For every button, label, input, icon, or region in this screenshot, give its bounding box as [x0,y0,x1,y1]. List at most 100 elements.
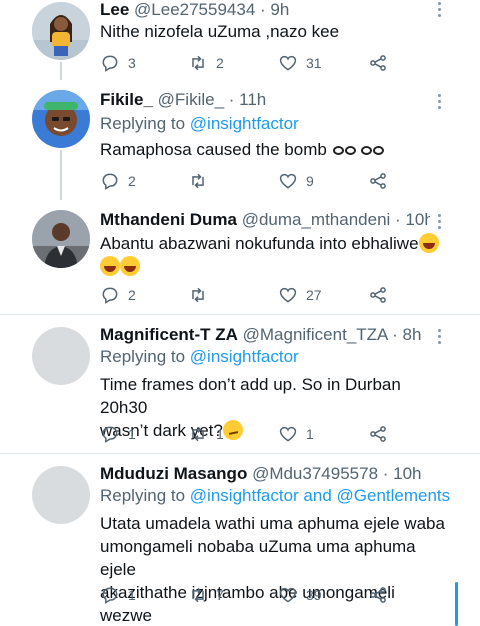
avatar[interactable] [32,90,90,148]
replying-to-label: Replying to [100,114,186,133]
retweet-icon [192,587,204,603]
like-button[interactable]: 9 [278,170,314,192]
retweet-count: 1 [216,426,224,442]
share-button[interactable] [368,52,388,74]
retweet-button[interactable]: 7 [188,584,224,606]
display-name[interactable]: Lee [100,0,129,19]
replying-to: Replying to @insightfactor and @Gentleme… [100,486,450,506]
like-button[interactable]: 39 [278,584,322,606]
thread-line [60,150,62,200]
reply-icon [102,287,118,304]
tweet-text-line: umongameli nobaba uZuma uma aphuma ejele [100,537,416,579]
replying-to: Replying to @insightfactor [100,114,299,134]
reply-count: 2 [128,173,136,189]
share-icon [370,173,386,189]
more-icon[interactable] [438,2,444,20]
retweet-count: 7 [216,587,224,603]
retweet-button[interactable]: 2 [188,52,224,74]
handle-time: @Mdu37495578 · 10h [252,464,422,483]
retweet-button[interactable] [188,284,216,306]
like-count: 27 [306,287,322,303]
scrollbar-thumb[interactable] [455,582,458,626]
reply-icon [102,587,118,604]
action-bar: 2 9 [100,170,390,192]
like-button[interactable]: 31 [278,52,322,74]
share-button[interactable] [368,170,388,192]
handle-time: @Magnificent_TZA · 8h [242,325,422,344]
more-icon[interactable] [438,214,444,232]
replying-to: Replying to @insightfactor [100,347,299,367]
share-button[interactable] [368,423,388,445]
share-icon [370,55,386,71]
handle-time: @Lee27559434 · 9h [134,0,290,19]
avatar[interactable] [32,466,90,524]
like-button[interactable]: 27 [278,284,322,306]
reply-button[interactable]: 2 [100,284,136,306]
like-count: 39 [306,587,322,603]
retweet-button[interactable] [188,170,216,192]
heart-icon [279,55,297,71]
like-count: 9 [306,173,314,189]
handle-time: @Fikile_ · 11h [157,90,267,109]
share-icon [370,587,386,603]
like-count: 1 [306,426,314,442]
laughing-emoji [418,233,439,253]
tweet-header: Magnificent-T ZA @Magnificent_TZA · 8h [100,325,430,345]
tweet-magnificent[interactable]: Magnificent-T ZA @Magnificent_TZA · 8h R… [0,315,480,453]
tweet-header: Mthandeni Duma @duma_mthandeni · 10h [100,210,430,230]
replying-to-label: Replying to [100,486,186,505]
tweet-header: Lee @Lee27559434 · 9h [100,0,430,20]
reply-button[interactable]: 2 [100,170,136,192]
display-name[interactable]: Magnificent-T ZA [100,325,238,344]
reply-button[interactable]: 3 [100,52,136,74]
heart-icon [279,426,297,442]
avatar[interactable] [32,327,90,385]
share-button[interactable] [368,284,388,306]
retweet-button[interactable]: 1 [188,423,224,445]
tweet-mduduzi[interactable]: Mduduzi Masango @Mdu37495578 · 10h Reply… [0,454,480,626]
retweet-icon [192,173,204,189]
retweet-count: 2 [216,55,224,71]
share-icon [370,287,386,303]
tweet-text: Abantu abazwani nokufunda into ebhaliwe [100,234,419,253]
tweet-text-row: Ramaphosa caused the bomb [100,138,450,161]
thread-line [60,62,62,80]
mention-link[interactable]: @insightfactor [190,347,299,366]
heart-icon [279,587,297,603]
tweet-text-block: Utata umadela wathi uma aphuma ejele wab… [100,512,450,626]
tweet-text: Nithe nizofela uZuma ,nazo kee [100,22,340,41]
reply-button[interactable]: 1 [100,584,136,606]
mention-link[interactable]: @insightfactor [190,114,299,133]
mention-link[interactable]: @insightfactor and @Gentlements [190,486,450,505]
more-icon[interactable] [438,329,444,347]
action-bar: 2 27 [100,284,390,306]
heart-icon [279,173,297,189]
tweet-mthandeni[interactable]: Mthandeni Duma @duma_mthandeni · 10h Aba… [0,200,480,314]
reply-count: 3 [128,55,136,71]
action-bar: 3 2 31 [100,52,390,74]
share-icon [370,426,386,442]
reply-button[interactable]: 1 [100,423,136,445]
laughing-emoji [120,256,140,276]
tweet-text: Ramaphosa caused the bomb [100,140,327,159]
action-bar: 1 7 39 [100,584,390,606]
display-name[interactable]: Fikile_ [100,90,153,109]
laughing-emoji [100,256,120,276]
handle-time: @duma_mthandeni · 10h [241,210,430,229]
avatar[interactable] [32,210,90,268]
tweet-text-line: Time frames don’t add up. So in Durban 2… [100,375,401,417]
more-icon[interactable] [438,94,444,112]
share-button[interactable] [368,584,388,606]
avatar[interactable] [32,2,90,60]
tweet-fikile[interactable]: Fikile_ @Fikile_ · 11h Replying to @insi… [0,80,480,200]
action-bar: 1 1 1 [100,423,390,445]
reply-icon [102,426,118,443]
tweet-lee[interactable]: Lee @Lee27559434 · 9h Nithe nizofela uZu… [0,0,480,80]
display-name[interactable]: Mthandeni Duma [100,210,237,229]
display-name[interactable]: Mduduzi Masango [100,464,247,483]
tweet-text-line: Utata umadela wathi uma aphuma ejele wab… [100,514,445,533]
tweet-header: Mduduzi Masango @Mdu37495578 · 10h [100,464,430,484]
reply-icon [102,55,118,72]
like-button[interactable]: 1 [278,423,314,445]
reply-count: 1 [128,587,136,603]
